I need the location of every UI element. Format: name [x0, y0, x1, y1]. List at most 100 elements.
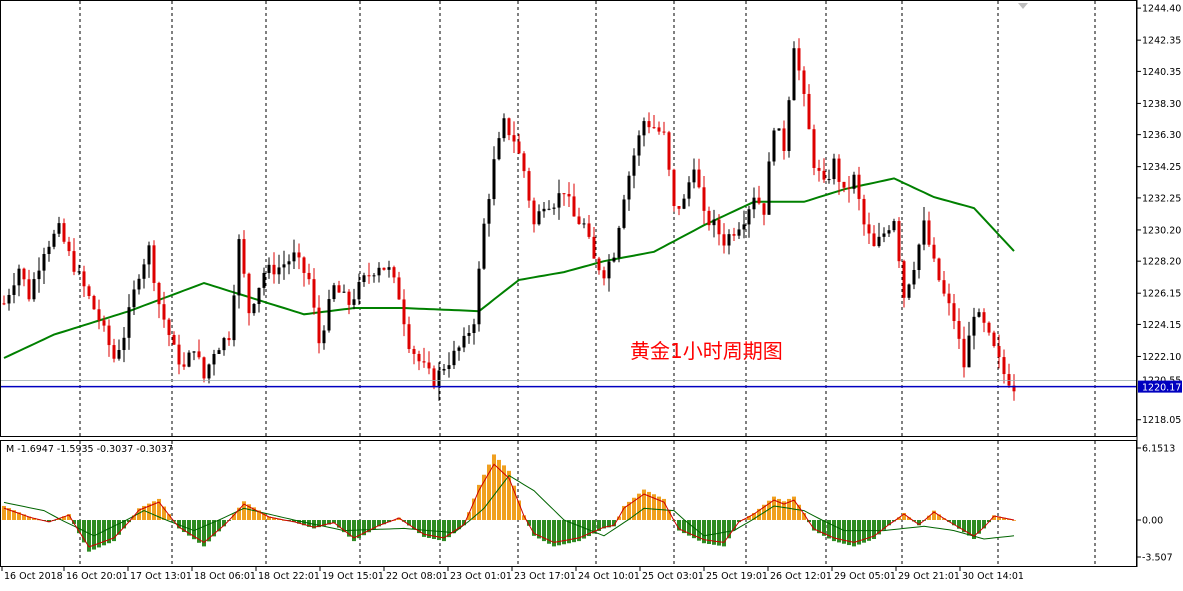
candle-body	[717, 219, 721, 235]
candle-body	[652, 127, 656, 129]
x-tick-label: 29 Oct 05:01	[834, 571, 896, 582]
candle-body	[582, 223, 586, 225]
candle-body	[982, 312, 986, 323]
candle-body	[277, 267, 281, 275]
candle-body	[282, 264, 286, 268]
y-tick-label: 1222.10	[1142, 352, 1181, 363]
candle-body	[607, 261, 611, 279]
candle-body	[212, 354, 216, 365]
candle-body	[767, 161, 771, 215]
candle-body	[617, 227, 621, 258]
y-tick-label: 1234.25	[1142, 162, 1181, 173]
candle-body	[537, 211, 541, 225]
candle-body	[952, 303, 956, 322]
candle-body	[847, 187, 851, 189]
candle-body	[522, 153, 526, 172]
candle-body	[182, 364, 186, 367]
candle-body	[722, 234, 726, 246]
candle-body	[47, 246, 51, 255]
candle-body	[872, 233, 876, 247]
y-tick-label: 1238.30	[1142, 99, 1181, 110]
candle-body	[27, 279, 31, 300]
candle-body	[967, 335, 971, 368]
candle-body	[62, 223, 66, 242]
candle-body	[832, 158, 836, 180]
candle-body	[267, 264, 271, 273]
candle-body	[627, 175, 631, 200]
candle-body	[302, 257, 306, 273]
candle-body	[67, 241, 71, 252]
candle-body	[822, 170, 826, 180]
candle-body	[82, 271, 86, 287]
candle-body	[242, 239, 246, 274]
candle-body	[137, 278, 141, 290]
candle-body	[927, 220, 931, 245]
candle-body	[817, 167, 821, 171]
y-tick-label: 1226.15	[1142, 289, 1181, 300]
chart-annotation: 黄金1小时周期图	[630, 339, 783, 363]
candle-body	[2, 303, 6, 305]
candle-body	[957, 321, 961, 339]
candle-body	[172, 335, 176, 345]
candle-body	[337, 285, 341, 293]
candle-body	[562, 193, 566, 195]
candle-body	[157, 282, 161, 305]
candle-body	[707, 210, 711, 226]
candle-body	[862, 198, 866, 225]
candle-body	[712, 219, 716, 226]
candle-body	[32, 279, 36, 300]
candle-body	[757, 197, 761, 204]
candle-body	[772, 130, 776, 162]
candle-body	[597, 258, 601, 271]
scroll-arrow-icon[interactable]	[1018, 3, 1028, 9]
candle-body	[922, 220, 926, 245]
candle-body	[672, 169, 676, 207]
x-tick-label: 29 Oct 21:01	[898, 571, 960, 582]
candle-body	[287, 261, 291, 265]
candle-body	[327, 299, 331, 331]
candle-body	[942, 280, 946, 294]
candle-body	[937, 258, 941, 281]
candle-body	[147, 245, 151, 265]
candle-body	[762, 203, 766, 215]
candle-body	[907, 284, 911, 298]
candle-body	[257, 287, 261, 305]
candle-body	[462, 335, 466, 348]
candle-body	[857, 174, 861, 199]
candle-body	[12, 285, 16, 295]
candle-body	[237, 239, 241, 296]
candle-body	[402, 299, 406, 325]
candle-body	[222, 338, 226, 351]
candle-body	[962, 338, 966, 368]
price-chart-svg: 16 Oct 2018 16 Oct 20:01 17 Oct 13:01 18 Oc…	[0, 0, 1182, 582]
candle-body	[202, 357, 206, 379]
bid-price-label: 1220.17	[1142, 383, 1181, 394]
candle-body	[477, 268, 481, 325]
candle-body	[447, 365, 451, 369]
candle-body	[512, 135, 516, 142]
candle-body	[77, 271, 81, 273]
candle-body	[997, 345, 1001, 358]
candle-body	[692, 169, 696, 183]
candle-body	[377, 267, 381, 276]
x-tick-label: 19 Oct 15:01	[322, 571, 384, 582]
candle-body	[677, 206, 681, 209]
candle-body	[72, 251, 76, 272]
candle-body	[527, 171, 531, 201]
candle-body	[127, 307, 131, 338]
candle-body	[232, 295, 236, 341]
candle-body	[162, 304, 166, 320]
candle-body	[987, 322, 991, 333]
candle-body	[347, 291, 351, 305]
candle-body	[177, 344, 181, 365]
indicator-panel-frame	[0, 440, 1137, 567]
candle-body	[7, 294, 11, 304]
candle-body	[417, 353, 421, 362]
candle-body	[887, 230, 891, 234]
candle-body	[97, 309, 101, 321]
candle-body	[322, 330, 326, 344]
candle-body	[422, 361, 426, 363]
x-tick-label: 16 Oct 20:01	[66, 571, 128, 582]
candle-body	[592, 236, 596, 259]
candle-body	[732, 234, 736, 236]
